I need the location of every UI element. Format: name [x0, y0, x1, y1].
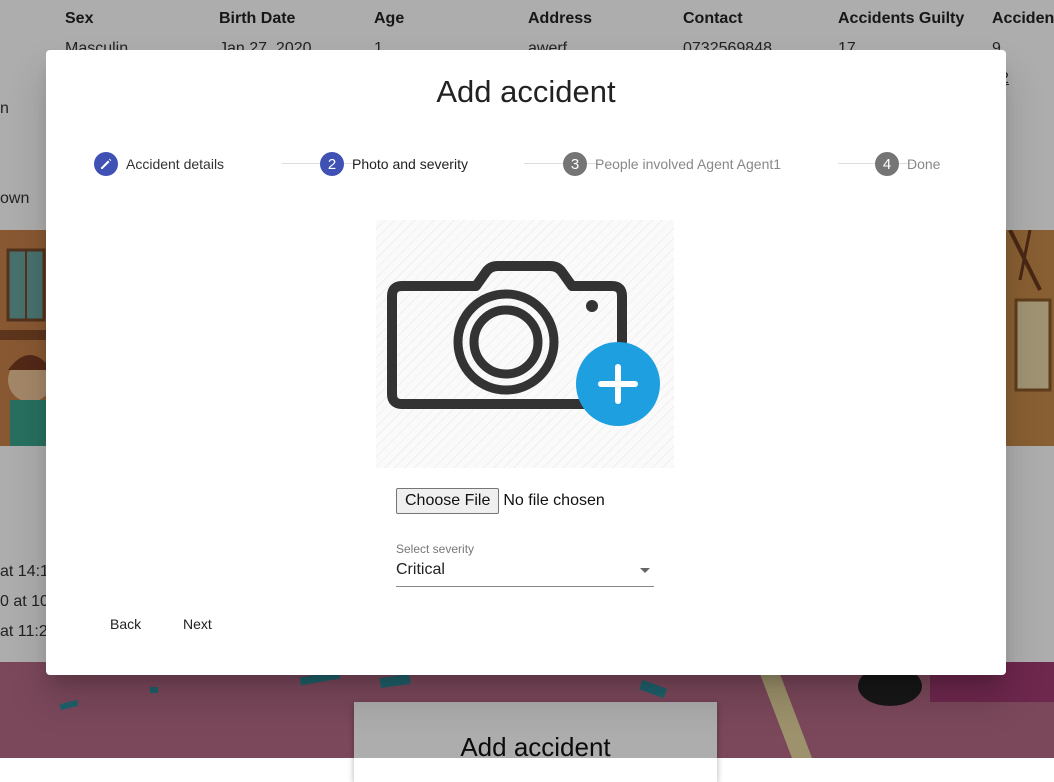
select-underline: [396, 586, 654, 587]
pencil-icon: [94, 152, 118, 176]
file-upload: Choose File No file chosen: [396, 488, 605, 514]
step-number: 3: [563, 152, 587, 176]
step-label: People involved Agent Agent1: [595, 156, 782, 172]
severity-select[interactable]: Select severity Critical: [396, 540, 654, 588]
dialog-title: Add accident: [436, 74, 616, 109]
step-label: Done: [907, 156, 941, 172]
step-number: 2: [320, 152, 344, 176]
step-accident-details[interactable]: Accident details: [94, 150, 224, 178]
choose-file-button[interactable]: Choose File: [396, 488, 500, 514]
step-people-involved[interactable]: 3 People involved Agent Agent1: [563, 150, 781, 178]
step-label: Accident details: [126, 156, 225, 172]
add-photo-icon: [387, 261, 660, 426]
chevron-down-icon: [640, 568, 650, 573]
step-number: 4: [875, 152, 899, 176]
back-button[interactable]: Back: [92, 608, 159, 640]
step-photo-and-severity[interactable]: 2 Photo and severity: [320, 150, 468, 178]
step-label: Photo and severity: [352, 156, 468, 172]
step-done[interactable]: 4 Done: [875, 150, 940, 178]
next-button[interactable]: Next: [165, 608, 230, 640]
add-accident-dialog: Add accident Accident details 2 Photo an…: [46, 50, 1006, 675]
stepper: Accident details 2 Photo and severity 3 …: [94, 150, 962, 178]
photo-placeholder[interactable]: [376, 220, 674, 468]
severity-value: Critical: [396, 561, 445, 578]
file-status: No file chosen: [503, 492, 605, 509]
severity-label: Select severity: [396, 542, 475, 556]
